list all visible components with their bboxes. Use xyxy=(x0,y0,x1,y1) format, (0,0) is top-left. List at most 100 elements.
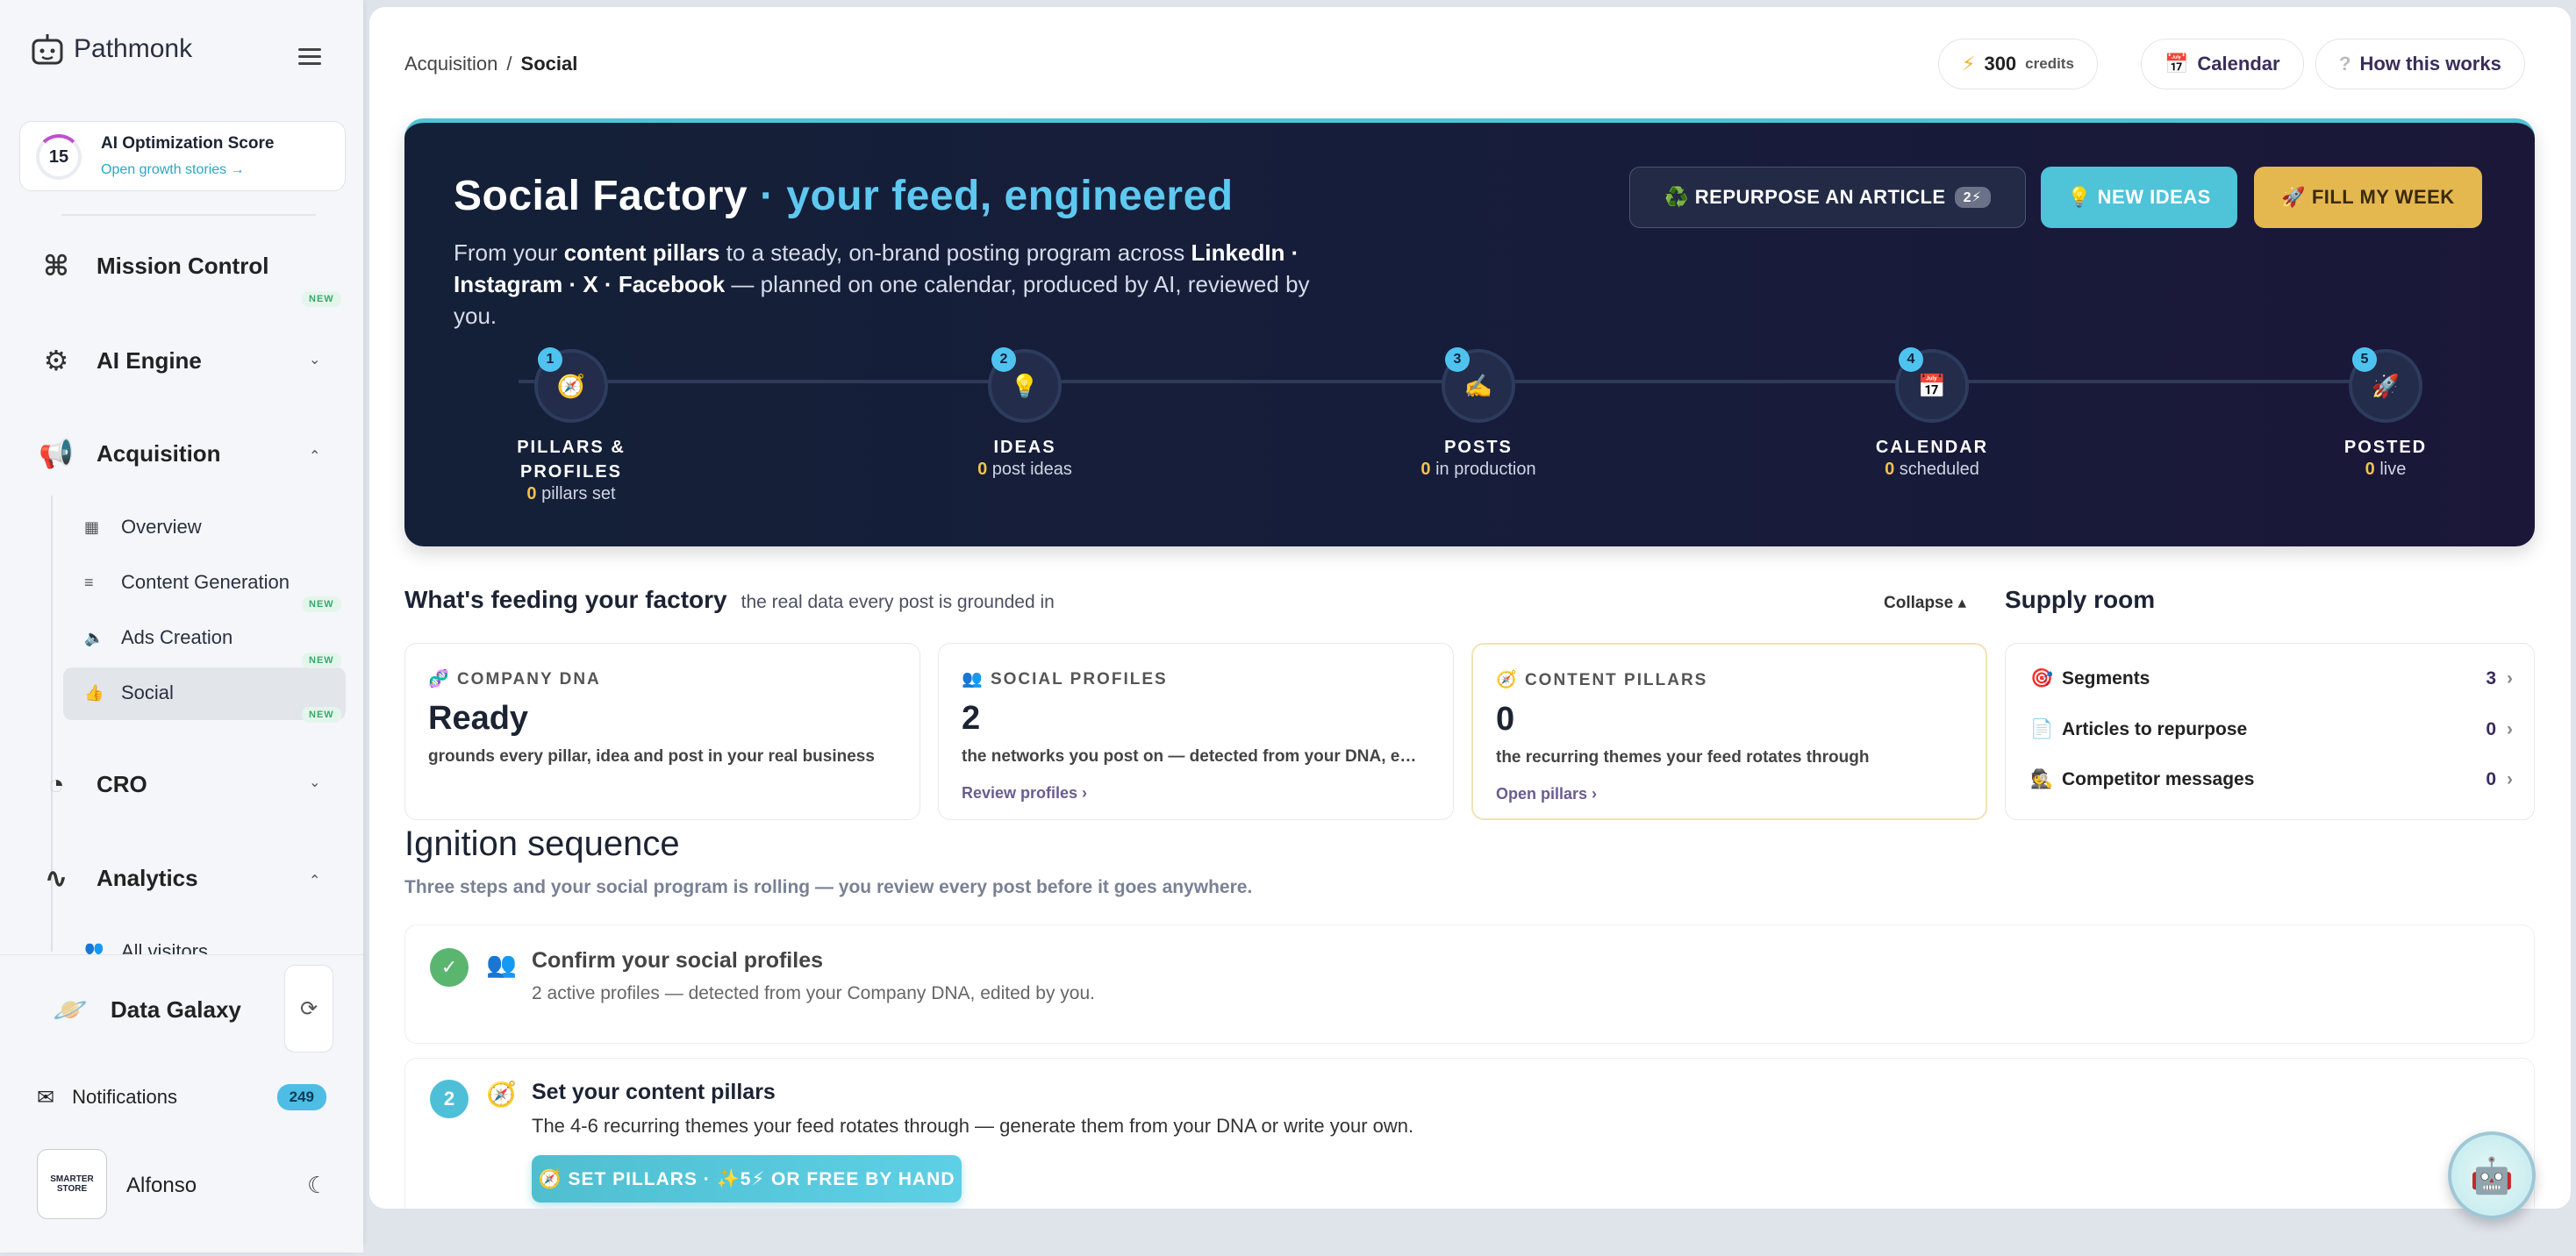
avatar[interactable]: SMARTER STORE xyxy=(37,1149,107,1219)
subnav-label: Social xyxy=(121,682,174,703)
command-icon: ⌘ xyxy=(43,250,69,282)
company-dna-card[interactable]: 🧬 COMPANY DNA Ready grounds every pillar… xyxy=(404,643,920,820)
ignition-title: Ignition sequence xyxy=(404,824,680,863)
robot-logo-icon xyxy=(32,34,63,65)
step-sub: 0 pillars set xyxy=(483,484,659,504)
menu-toggle-icon[interactable] xyxy=(298,44,321,69)
moon-icon[interactable]: ☾ xyxy=(307,1172,327,1199)
hero-title: Social Factory · your feed, engineered xyxy=(454,172,1234,220)
social-profiles-card[interactable]: 👥 SOCIAL PROFILES 2 the networks you pos… xyxy=(938,643,1454,820)
writing-hand-icon: ✍️ xyxy=(1463,372,1493,399)
card-heading: CONTENT PILLARS xyxy=(1524,671,1708,689)
divider xyxy=(61,214,316,216)
step-value: 0 xyxy=(977,460,988,479)
speaker-icon: 🔈 xyxy=(84,628,104,646)
avatar-logo-text: STORE xyxy=(56,1184,88,1194)
chevron-up-icon[interactable]: ⌃ xyxy=(309,447,320,465)
ignition-step-1[interactable]: ✓ 👥 Confirm your social profiles 2 activ… xyxy=(404,924,2535,1044)
subnav-label: All visitors xyxy=(121,940,209,954)
notifications-link[interactable]: ✉ Notifications 249 xyxy=(37,1084,326,1110)
lightbulb-icon: 💡 xyxy=(1010,372,1040,399)
subnav-content-generation[interactable]: ≡ Content Generation xyxy=(84,571,290,594)
step-value: 0 xyxy=(1885,460,1895,479)
hero-title-main: Social Factory xyxy=(454,173,748,219)
open-pillars-link[interactable]: Open pillars › xyxy=(1496,785,1597,803)
growth-stories-link[interactable]: Open growth stories → xyxy=(101,162,245,178)
assistant-bot-icon[interactable]: 🤖 xyxy=(2448,1131,2536,1219)
nav-label: Mission Control xyxy=(97,252,269,279)
step-sub: 0 post ideas xyxy=(937,460,1113,480)
chip-icon: ⚙ xyxy=(43,345,69,376)
supply-competitor-messages[interactable]: 🕵️ Competitor messages 0 › xyxy=(2030,769,2513,790)
credits-value: 300 xyxy=(1984,53,2017,75)
nav-acquisition[interactable]: 📢 Acquisition xyxy=(39,437,220,470)
supply-room-card: 🎯 Segments 3 › 📄 Articles to repurpose 0 › 🕵️ C… xyxy=(2005,643,2535,820)
new-ideas-button[interactable]: 💡 NEW IDEAS xyxy=(2041,167,2237,228)
thumbs-up-icon: 👍 xyxy=(84,683,104,702)
desc-part: to a steady, on-brand posting program ac… xyxy=(719,239,1191,266)
card-value: 2 xyxy=(962,700,981,737)
calendar-button[interactable]: 📅 Calendar xyxy=(2141,39,2304,89)
review-profiles-link[interactable]: Review profiles › xyxy=(962,784,1087,803)
step-value: 0 xyxy=(526,484,537,503)
fill-my-week-button[interactable]: 🚀 FILL MY WEEK xyxy=(2254,167,2482,228)
pipeline-step-pillars[interactable]: 1 🧭 PILLARS & PROFILES 0 pillars set xyxy=(483,347,659,504)
ignition-step-2[interactable]: 2 🧭 Set your content pillars The 4-6 rec… xyxy=(404,1058,2535,1209)
step-label-line: PILLARS & xyxy=(517,438,626,457)
chevron-down-icon[interactable]: ⌄ xyxy=(309,351,320,368)
collapse-button[interactable]: Collapse ▴ xyxy=(1884,593,1966,613)
target-icon: 🎯 xyxy=(2030,668,2054,689)
fill-week-label: 🚀 FILL MY WEEK xyxy=(2281,186,2455,208)
subnav-all-visitors[interactable]: 👥 All visitors xyxy=(84,940,208,954)
notification-count-badge: 249 xyxy=(276,1084,326,1110)
subnav-label: Content Generation xyxy=(121,571,290,593)
step-label: CALENDAR xyxy=(1875,438,1989,457)
step-label: POSTED xyxy=(2343,438,2428,457)
brand-logo[interactable]: Pathmonk xyxy=(28,30,192,68)
nav-ai-engine[interactable]: ⚙ AI Engine xyxy=(39,344,202,377)
breadcrumb-acquisition[interactable]: Acquisition xyxy=(404,53,497,75)
feeding-title: What's feeding your factory xyxy=(404,586,727,613)
pipeline-step-ideas[interactable]: 2 💡 IDEAS 0 post ideas xyxy=(937,347,1113,480)
document-icon: 📄 xyxy=(2030,719,2054,739)
content-pillars-card[interactable]: 🧭 CONTENT PILLARS 0 the recurring themes… xyxy=(1471,643,1987,820)
subnav-label: Overview xyxy=(121,516,202,538)
pipeline-step-posts[interactable]: 3 ✍️ POSTS 0 in production xyxy=(1391,347,1566,480)
nav-analytics[interactable]: ∿ Analytics xyxy=(39,861,198,895)
chevron-up-icon[interactable]: ⌃ xyxy=(309,872,320,889)
megaphone-icon: 📢 xyxy=(39,438,74,469)
grid-icon: ▦ xyxy=(84,517,100,536)
how-it-works-button[interactable]: ? How this works xyxy=(2315,39,2525,89)
set-pillars-button[interactable]: 🧭 SET PILLARS · ✨5⚡ OR FREE BY HAND xyxy=(532,1155,962,1202)
new-ideas-label: 💡 NEW IDEAS xyxy=(2067,186,2211,208)
ai-score-card[interactable]: 15 AI Optimization Score Open growth sto… xyxy=(19,121,346,191)
subnav-ads-creation[interactable]: 🔈 Ads Creation xyxy=(84,626,233,649)
desc-part: From your xyxy=(454,239,564,266)
compass-icon: 🧭 xyxy=(556,372,586,399)
chevron-right-icon: › xyxy=(2507,719,2513,739)
repurpose-article-button[interactable]: ♻️ REPURPOSE AN ARTICLE 2⚡ xyxy=(1629,167,2026,228)
subnav-social[interactable]: 👍 Social xyxy=(84,682,174,704)
data-galaxy-link[interactable]: 🪐 Data Galaxy xyxy=(53,993,241,1026)
pipeline-step-posted[interactable]: 5 🚀 POSTED 0 live xyxy=(2298,347,2473,480)
new-badge: NEW xyxy=(302,291,341,307)
compass-icon: 🧭 xyxy=(486,1081,517,1108)
pipeline-step-calendar[interactable]: 4 📅 CALENDAR 0 scheduled xyxy=(1844,347,2020,480)
card-heading: SOCIAL PROFILES xyxy=(990,670,1168,689)
supply-segments[interactable]: 🎯 Segments 3 › xyxy=(2030,668,2513,689)
chevron-down-icon[interactable]: ⌄ xyxy=(309,774,320,791)
step-label-line: PROFILES xyxy=(519,462,622,482)
nav-cro[interactable]: ◔ CRO xyxy=(39,768,147,801)
step-title: Set your content pillars xyxy=(532,1080,776,1104)
subnav-overview[interactable]: ▦ Overview xyxy=(84,516,202,539)
calendar-label: Calendar xyxy=(2197,53,2280,75)
supply-value: 3 xyxy=(2486,668,2496,689)
galaxy-icon: 🪐 xyxy=(53,994,88,1025)
credits-pill[interactable]: ⚡ 300 credits xyxy=(1938,39,2098,89)
nav-mission-control[interactable]: ⌘ Mission Control xyxy=(39,249,268,282)
step-title: Confirm your social profiles xyxy=(532,948,824,973)
refresh-icon[interactable]: ⟳ xyxy=(284,965,333,1053)
supply-articles[interactable]: 📄 Articles to repurpose 0 › xyxy=(2030,719,2513,740)
hero-title-accent: · your feed, engineered xyxy=(759,173,1234,219)
nav-label: AI Engine xyxy=(97,346,202,374)
